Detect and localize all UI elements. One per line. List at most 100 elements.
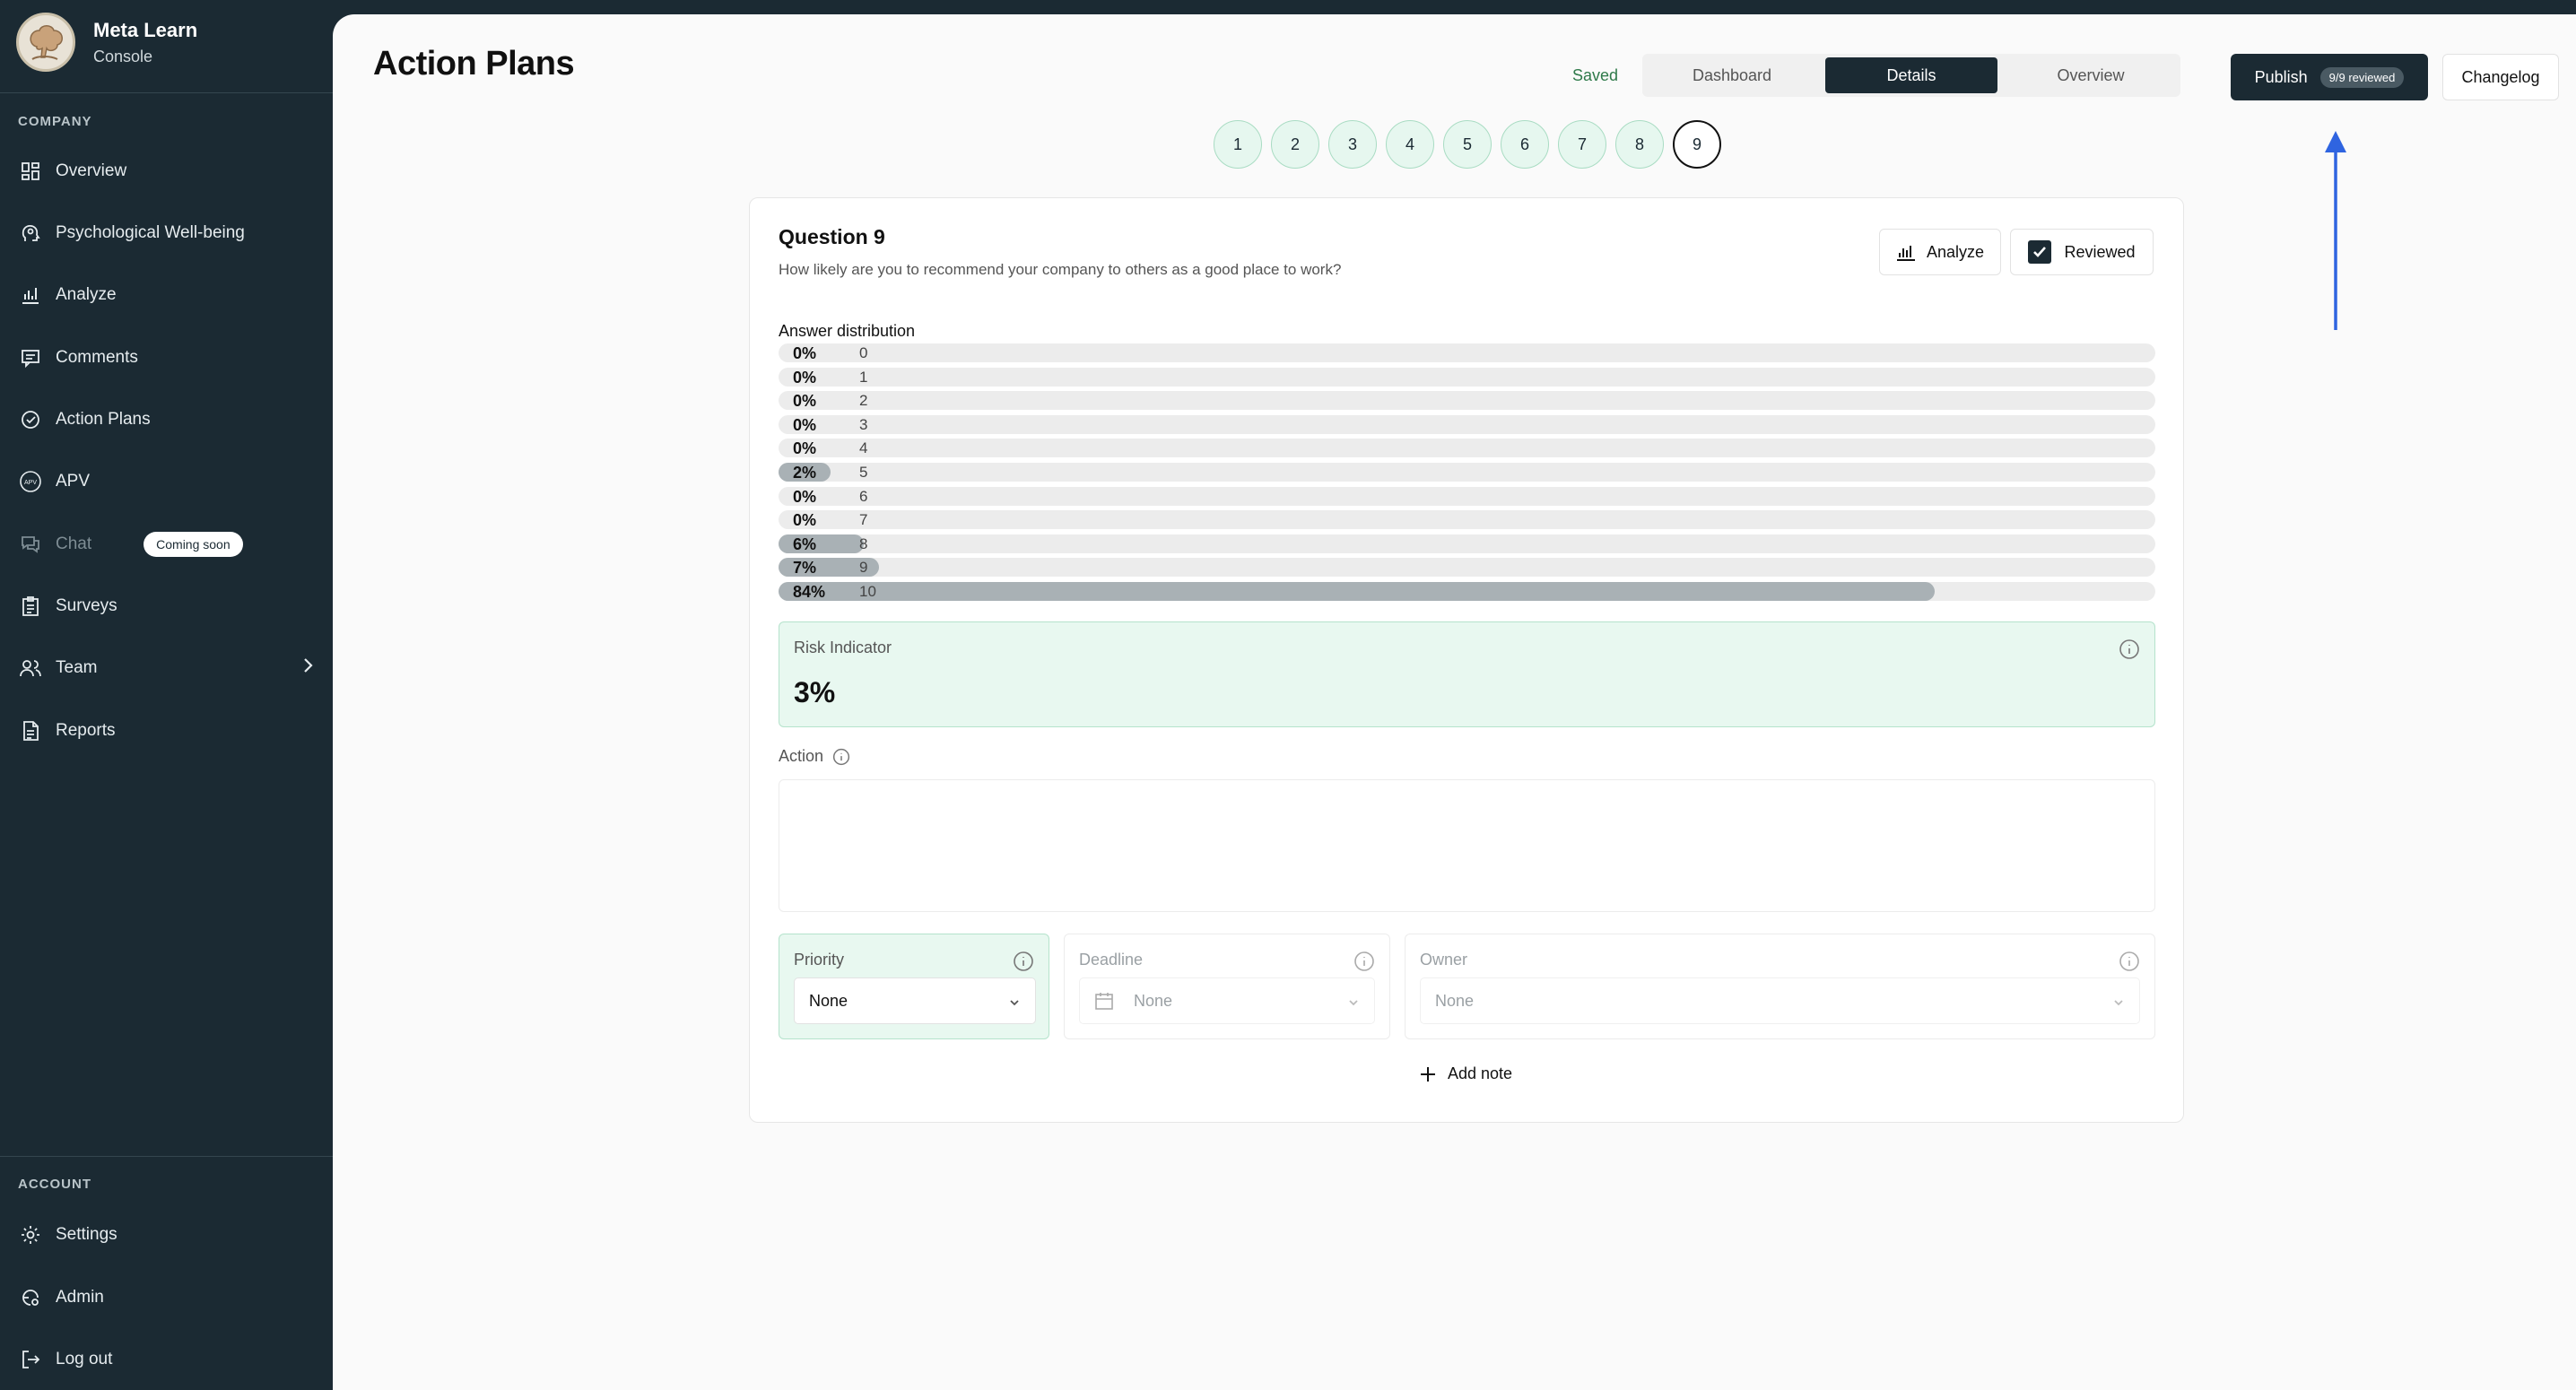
distribution-row: 0% 4 bbox=[779, 439, 2155, 458]
step-8[interactable]: 8 bbox=[1615, 120, 1664, 169]
sidebar-item-label: Reports bbox=[56, 721, 116, 740]
sidebar-item-label: Settings bbox=[56, 1225, 117, 1244]
add-note-button[interactable]: Add note bbox=[1419, 1064, 1512, 1083]
priority-field: Priority None bbox=[779, 934, 1049, 1039]
sidebar-item-label: Surveys bbox=[56, 596, 117, 615]
question-text: How likely are you to recommend your com… bbox=[779, 261, 1342, 278]
sidebar-item-label: Team bbox=[56, 658, 98, 677]
sidebar-item-label: Psychological Well-being bbox=[56, 223, 245, 242]
tab-dashboard[interactable]: Dashboard bbox=[1646, 57, 1818, 93]
info-icon[interactable] bbox=[2119, 951, 2140, 977]
action-label-text: Action bbox=[779, 747, 824, 765]
sidebar-item-surveys[interactable]: Surveys bbox=[18, 588, 314, 624]
reviewed-toggle[interactable]: Reviewed bbox=[2010, 229, 2154, 275]
distribution-row: 0% 7 bbox=[779, 510, 2155, 530]
tab-details[interactable]: Details bbox=[1825, 57, 1997, 93]
sidebar-item-label: Analyze bbox=[56, 285, 117, 304]
distribution-value: 10 bbox=[859, 582, 876, 600]
reviewed-count-badge: 9/9 reviewed bbox=[2319, 66, 2405, 88]
comment-icon bbox=[18, 345, 43, 370]
sidebar-item-admin[interactable]: Admin bbox=[18, 1280, 314, 1316]
dashboard-icon bbox=[18, 159, 43, 184]
deadline-select[interactable]: None bbox=[1079, 977, 1375, 1024]
sidebar-item-analyze[interactable]: Analyze bbox=[18, 277, 314, 313]
sidebar-item-comments[interactable]: Comments bbox=[18, 340, 314, 376]
question-stepper: 1 2 3 4 5 6 7 8 9 bbox=[1214, 120, 1730, 169]
step-3[interactable]: 3 bbox=[1328, 120, 1377, 169]
sidebar-item-chat[interactable]: Chat Coming soon bbox=[18, 526, 314, 562]
distribution-row: 0% 2 bbox=[779, 391, 2155, 411]
distribution-percent: 0% bbox=[793, 415, 817, 434]
head-icon bbox=[18, 221, 43, 246]
distribution-value: 1 bbox=[859, 368, 868, 386]
priority-value: None bbox=[809, 991, 849, 1010]
tab-overview[interactable]: Overview bbox=[2005, 57, 2177, 93]
sidebar-item-action-plans[interactable]: Action Plans bbox=[18, 402, 314, 438]
sidebar-item-label: Action Plans bbox=[56, 410, 151, 429]
distribution-percent: 0% bbox=[793, 439, 817, 458]
distribution-value: 0 bbox=[859, 344, 868, 361]
sidebar-item-psychological-wellbeing[interactable]: Psychological Well-being bbox=[18, 215, 314, 251]
distribution-percent: 84% bbox=[793, 582, 826, 601]
publish-button[interactable]: Publish 9/9 reviewed bbox=[2231, 54, 2428, 100]
sidebar-item-team[interactable]: Team bbox=[18, 650, 314, 686]
users-icon bbox=[18, 656, 43, 681]
document-icon bbox=[18, 718, 43, 743]
sidebar-item-overview[interactable]: Overview bbox=[18, 153, 314, 189]
sidebar-divider bbox=[0, 1156, 333, 1157]
step-5[interactable]: 5 bbox=[1443, 120, 1492, 169]
sidebar-item-reports[interactable]: Reports bbox=[18, 713, 314, 749]
check-circle-icon bbox=[18, 407, 43, 432]
annotation-arrow-icon bbox=[2325, 131, 2346, 330]
step-1[interactable]: 1 bbox=[1214, 120, 1262, 169]
info-icon[interactable] bbox=[2119, 639, 2140, 665]
action-textarea[interactable] bbox=[779, 779, 2155, 912]
chat-icon bbox=[18, 532, 43, 557]
distribution-bar-fill bbox=[779, 581, 1936, 601]
question-title: Question 9 bbox=[779, 225, 885, 248]
distribution-percent: 0% bbox=[793, 344, 817, 362]
distribution-row: 6% 8 bbox=[779, 534, 2155, 553]
deadline-value: None bbox=[1134, 991, 1173, 1010]
step-6[interactable]: 6 bbox=[1501, 120, 1549, 169]
distribution-percent: 7% bbox=[793, 559, 817, 578]
owner-select[interactable]: None bbox=[1420, 977, 2140, 1024]
distribution-percent: 6% bbox=[793, 534, 817, 553]
distribution-value: 2 bbox=[859, 392, 868, 410]
distribution-percent: 0% bbox=[793, 511, 817, 530]
analyze-button[interactable]: Analyze bbox=[1879, 229, 2001, 275]
logout-icon bbox=[18, 1347, 43, 1372]
section-label-account: ACCOUNT bbox=[18, 1177, 91, 1192]
brand[interactable]: Meta Learn Console bbox=[16, 13, 197, 72]
reviewed-checkbox[interactable] bbox=[2028, 240, 2052, 264]
sidebar-item-logout[interactable]: Log out bbox=[18, 1342, 314, 1377]
coming-soon-badge: Coming soon bbox=[144, 532, 243, 557]
distribution-row: 0% 0 bbox=[779, 343, 2155, 362]
sidebar-item-label: Admin bbox=[56, 1288, 104, 1307]
info-icon[interactable] bbox=[1353, 951, 1375, 977]
info-icon[interactable] bbox=[1013, 951, 1034, 977]
plus-icon bbox=[1419, 1065, 1437, 1083]
sidebar-item-apv[interactable]: APV APV bbox=[18, 464, 314, 500]
publish-label: Publish bbox=[2254, 67, 2308, 86]
step-7[interactable]: 7 bbox=[1558, 120, 1606, 169]
step-4[interactable]: 4 bbox=[1386, 120, 1434, 169]
distribution-row: 0% 3 bbox=[779, 414, 2155, 434]
info-icon[interactable] bbox=[832, 748, 850, 766]
step-2[interactable]: 2 bbox=[1271, 120, 1319, 169]
view-tabs: Dashboard Details Overview bbox=[1642, 54, 2180, 97]
distribution-row: 0% 6 bbox=[779, 486, 2155, 506]
risk-indicator: Risk Indicator 3% bbox=[779, 621, 2155, 727]
step-9[interactable]: 9 bbox=[1673, 120, 1721, 169]
owner-label: Owner bbox=[1420, 951, 1468, 969]
changelog-button[interactable]: Changelog bbox=[2442, 54, 2559, 100]
brand-subtitle: Console bbox=[93, 47, 153, 65]
chevron-right-icon bbox=[301, 656, 314, 680]
sidebar: Meta Learn Console COMPANY Overview Psyc… bbox=[0, 0, 333, 1390]
sidebar-item-label: APV bbox=[56, 472, 91, 491]
distribution-value: 9 bbox=[859, 559, 868, 577]
risk-label: Risk Indicator bbox=[794, 639, 892, 656]
apv-icon: APV bbox=[18, 469, 43, 494]
sidebar-item-settings[interactable]: Settings bbox=[18, 1217, 314, 1253]
priority-select[interactable]: None bbox=[794, 977, 1036, 1024]
